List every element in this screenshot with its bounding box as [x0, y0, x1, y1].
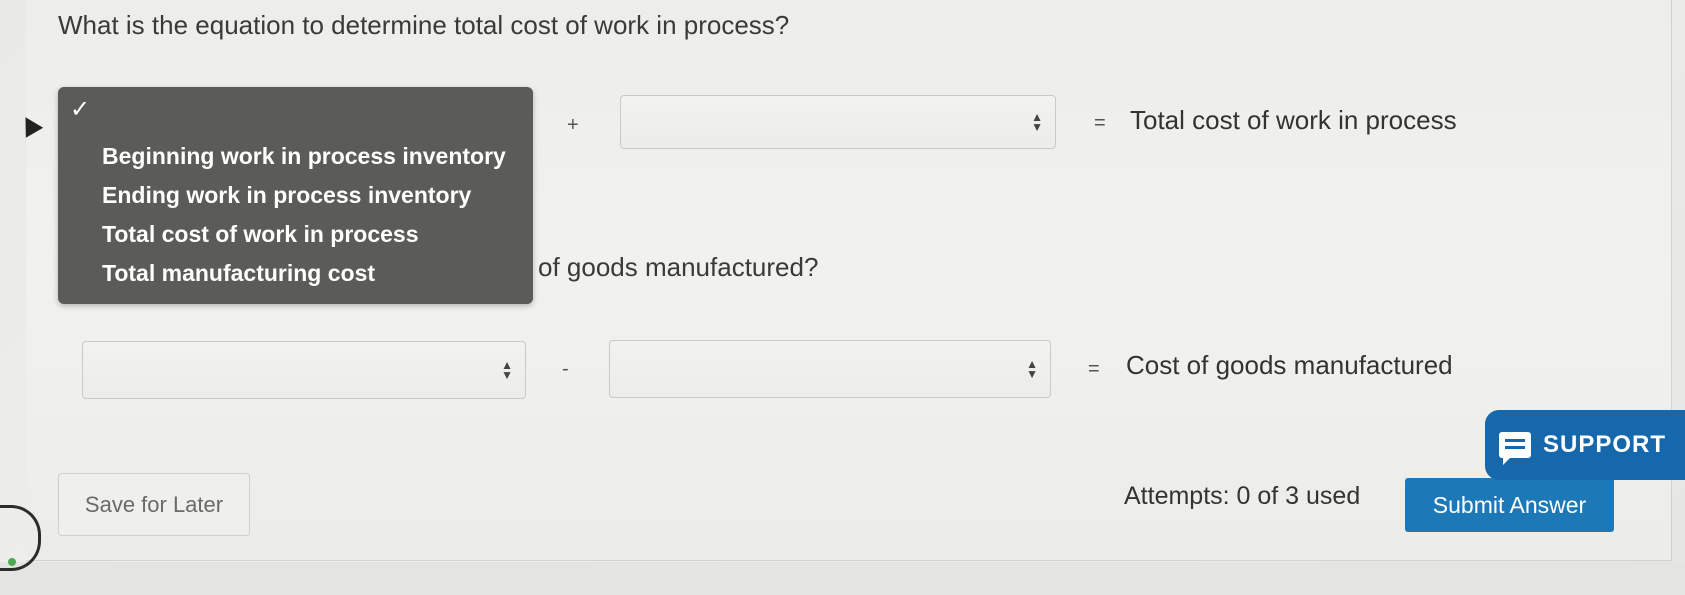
support-button[interactable]: SUPPORT	[1485, 410, 1685, 480]
equation2-select-2[interactable]: ▲ ▼	[609, 340, 1051, 398]
question-1-text: What is the equation to determine total …	[58, 10, 790, 40]
equals-sign: =	[1088, 358, 1100, 380]
dropdown-options: Beginning work in process inventory Endi…	[102, 137, 506, 293]
status-dot	[8, 558, 16, 566]
bottom-strip	[0, 562, 1685, 595]
select-arrows-icon: ▲ ▼	[1026, 357, 1038, 381]
equals-sign: =	[1094, 112, 1106, 134]
chat-icon	[1499, 432, 1531, 465]
equation1-select-2[interactable]: ▲ ▼	[620, 95, 1056, 149]
support-label: SUPPORT	[1543, 431, 1667, 458]
dropdown-option[interactable]: Beginning work in process inventory	[102, 137, 506, 176]
equation1-select-1-dropdown[interactable]: ✓ Beginning work in process inventory En…	[58, 87, 533, 304]
dropdown-option[interactable]: Total manufacturing cost	[102, 254, 506, 293]
dropdown-option[interactable]: Ending work in process inventory	[102, 176, 506, 215]
equation2-result: Cost of goods manufactured	[1126, 350, 1453, 380]
equation1-result: Total cost of work in process	[1130, 105, 1457, 135]
submit-answer-button[interactable]: Submit Answer	[1405, 478, 1614, 532]
question-2-text: of goods manufactured?	[538, 252, 819, 282]
check-icon: ✓	[70, 96, 91, 123]
dropdown-option[interactable]: Total cost of work in process	[102, 215, 506, 254]
minus-operator: -	[562, 358, 569, 380]
equation2-select-1[interactable]: ▲ ▼	[82, 341, 526, 399]
select-arrows-icon: ▲ ▼	[501, 358, 513, 382]
plus-operator: +	[567, 114, 579, 136]
select-arrows-icon: ▲ ▼	[1031, 110, 1043, 134]
attempts-counter: Attempts: 0 of 3 used	[1124, 482, 1361, 510]
save-for-later-button[interactable]: Save for Later	[58, 473, 250, 536]
